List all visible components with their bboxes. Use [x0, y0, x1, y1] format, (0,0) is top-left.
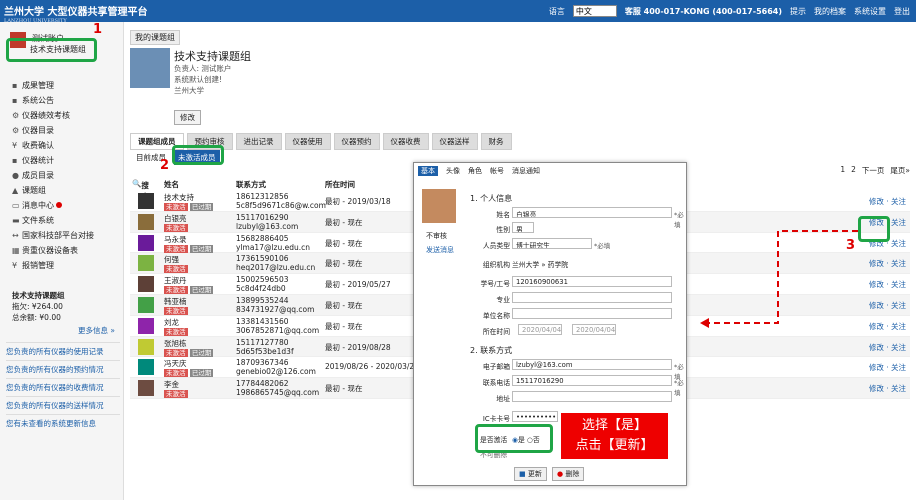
arrow-overlay [700, 230, 858, 328]
